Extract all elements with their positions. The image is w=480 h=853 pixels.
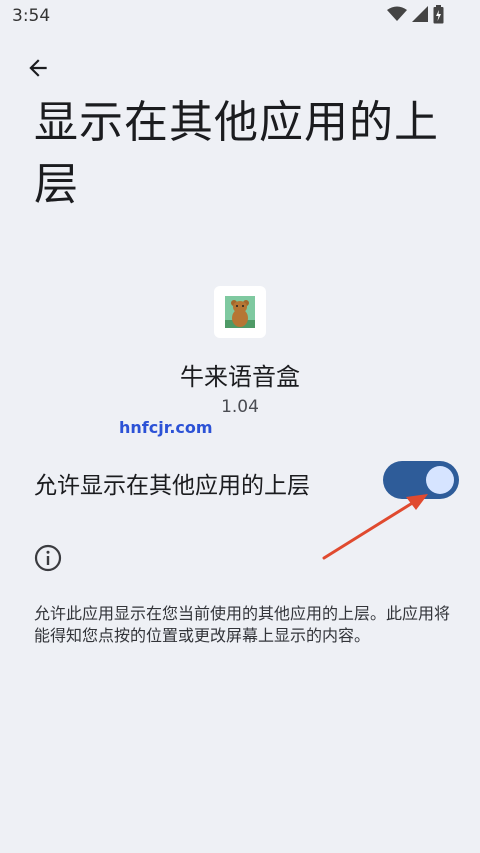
info-icon (34, 544, 62, 576)
back-button[interactable] (20, 52, 56, 88)
back-arrow-icon (25, 55, 51, 85)
watermark-text: hnfcjr.com (119, 418, 213, 437)
permission-description: 允许此应用显示在您当前使用的其他应用的上层。此应用将能得知您点按的位置或更改屏幕… (34, 604, 451, 645)
annotation-arrow-icon (322, 494, 428, 560)
permission-label[interactable]: 允许显示在其他应用的上层 (34, 466, 310, 500)
wifi-icon (387, 6, 407, 26)
status-icons (387, 4, 444, 28)
status-time: 3:54 (12, 6, 51, 26)
signal-icon (412, 6, 428, 26)
app-name: 牛来语音盒 (180, 363, 300, 391)
bear-app-icon (225, 296, 255, 328)
battery-icon (433, 4, 444, 28)
app-version: 1.04 (221, 397, 259, 417)
app-icon (214, 286, 266, 338)
page-title: 显示在其他应用的上层 (34, 97, 439, 210)
status-bar: 3:54 (0, 0, 480, 34)
